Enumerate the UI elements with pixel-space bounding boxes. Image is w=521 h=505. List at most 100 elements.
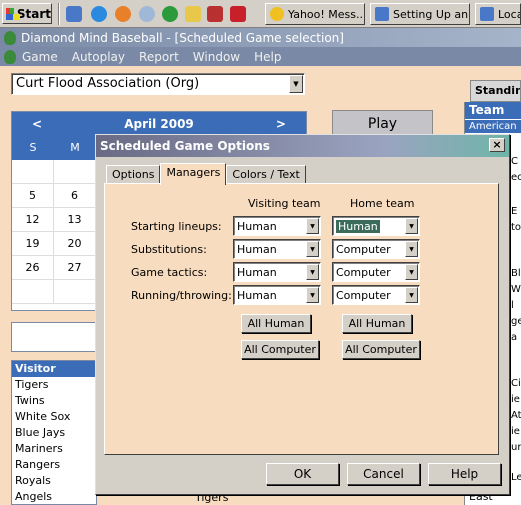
- calendar-day[interactable]: 5: [12, 184, 54, 208]
- chevron-down-icon[interactable]: ▼: [306, 264, 319, 280]
- calendar-header: < April 2009 >: [12, 112, 306, 136]
- standings-fragment: C: [511, 156, 518, 167]
- tab-managers[interactable]: Managers: [160, 163, 227, 185]
- menu-report[interactable]: Report: [139, 50, 179, 64]
- tab-standings[interactable]: Standings: [470, 80, 521, 102]
- internet-explorer-icon[interactable]: [91, 6, 107, 22]
- network-icon[interactable]: [139, 6, 155, 22]
- standings-fragment: tor: [511, 222, 521, 233]
- next-month-button[interactable]: >: [276, 117, 286, 131]
- list-item[interactable]: White Sox: [12, 409, 96, 425]
- calendar-day[interactable]: 27: [54, 256, 96, 280]
- visiting-team-header: Visiting team: [248, 197, 321, 210]
- list-item[interactable]: Mariners: [12, 441, 96, 457]
- standings-fragment: l: [511, 300, 514, 311]
- chevron-down-icon[interactable]: ▼: [405, 241, 418, 257]
- home-team-header: Home team: [350, 197, 415, 210]
- list-item[interactable]: Tigers: [12, 377, 96, 393]
- dialog-title: Scheduled Game Options: [100, 139, 270, 153]
- list-item[interactable]: Royals: [12, 473, 96, 489]
- starting-lineups-label: Starting lineups:: [131, 220, 222, 233]
- list-item[interactable]: Twins: [12, 393, 96, 409]
- list-item[interactable]: Blue Jays: [12, 425, 96, 441]
- game-tactics-visiting-select[interactable]: Human ▼: [233, 262, 321, 282]
- prev-month-button[interactable]: <: [32, 117, 42, 131]
- start-button[interactable]: Start: [2, 3, 52, 24]
- substitutions-home-select[interactable]: Computer ▼: [332, 239, 420, 259]
- firefox-icon[interactable]: [115, 6, 131, 22]
- menu-game[interactable]: Game: [22, 50, 58, 64]
- list-item[interactable]: Rangers: [12, 457, 96, 473]
- chevron-down-icon[interactable]: ▼: [306, 287, 319, 303]
- list-item[interactable]: Angels: [12, 489, 96, 505]
- menu-window[interactable]: Window: [193, 50, 240, 64]
- starting-lineups-visiting-select[interactable]: Human ▼: [233, 216, 321, 236]
- task-label: Setting Up an...: [393, 7, 469, 21]
- home-all-computer-button[interactable]: All Computer: [342, 340, 420, 359]
- visiting-all-human-button[interactable]: All Human: [241, 314, 311, 333]
- running-throwing-home-select[interactable]: Computer ▼: [332, 285, 420, 305]
- menu-help[interactable]: Help: [254, 50, 281, 64]
- task-yahoo-messenger[interactable]: Yahoo! Mess...: [265, 3, 365, 25]
- visiting-all-computer-button[interactable]: All Computer: [241, 340, 319, 359]
- menu-autoplay[interactable]: Autoplay: [72, 50, 125, 64]
- help-button[interactable]: Help: [428, 463, 501, 485]
- calendar-day[interactable]: [54, 160, 96, 184]
- document-icon[interactable]: [4, 49, 16, 64]
- running-throwing-visiting-select[interactable]: Human ▼: [233, 285, 321, 305]
- chevron-down-icon[interactable]: ▼: [306, 241, 319, 257]
- starting-lineups-home-select[interactable]: Human ▼: [332, 216, 420, 236]
- chevron-down-icon[interactable]: ▼: [306, 218, 319, 234]
- outlook-icon[interactable]: [66, 6, 82, 22]
- running-throwing-label: Running/throwing:: [131, 289, 232, 302]
- app-icon: [4, 30, 16, 45]
- app-launcher-icon[interactable]: [207, 6, 223, 22]
- folder-icon[interactable]: [185, 6, 201, 22]
- chevron-down-icon[interactable]: ▼: [289, 75, 303, 93]
- cancel-button[interactable]: Cancel: [347, 463, 420, 485]
- calendar-month: April 2009: [124, 117, 194, 131]
- calendar-day[interactable]: 19: [12, 232, 54, 256]
- standings-league: American L: [465, 119, 521, 146]
- chevron-down-icon[interactable]: ▼: [405, 264, 418, 280]
- calendar-day[interactable]: 26: [12, 256, 54, 280]
- standings-fragment: ec: [511, 172, 521, 183]
- calendar-day[interactable]: 12: [12, 208, 54, 232]
- window-icon: [480, 7, 494, 21]
- window-icon: [375, 7, 389, 21]
- game-tactics-label: Game tactics:: [131, 266, 208, 279]
- game-tactics-home-select[interactable]: Computer ▼: [332, 262, 420, 282]
- calendar-day[interactable]: [12, 280, 54, 304]
- standings-fragment: ur: [511, 442, 521, 453]
- media-player-icon[interactable]: [162, 6, 178, 22]
- tab-options[interactable]: Options: [106, 165, 161, 184]
- close-icon[interactable]: ×: [489, 138, 505, 152]
- standings-fragment: Cit: [511, 378, 521, 389]
- chevron-down-icon[interactable]: ▼: [405, 218, 418, 234]
- scheduled-game-options-dialog: Scheduled Game Options × Options Manager…: [95, 134, 510, 495]
- tab-colors-text[interactable]: Colors / Text: [226, 165, 306, 184]
- filezilla-icon[interactable]: [230, 6, 246, 22]
- task-setting-up[interactable]: Setting Up an...: [370, 3, 470, 25]
- task-local[interactable]: Loca: [475, 3, 521, 25]
- organization-select[interactable]: Curt Flood Association (Org) ▼: [11, 73, 305, 95]
- calendar-day[interactable]: [12, 160, 54, 184]
- ok-button[interactable]: OK: [266, 463, 339, 485]
- standings-fragment: ie: [511, 394, 520, 405]
- calendar-day[interactable]: 6: [54, 184, 96, 208]
- dialog-title-bar: Scheduled Game Options ×: [96, 135, 509, 157]
- substitutions-visiting-select[interactable]: Human ▼: [233, 239, 321, 259]
- task-label: Yahoo! Mess...: [288, 7, 365, 21]
- calendar-day[interactable]: [54, 280, 96, 304]
- calendar-day[interactable]: 20: [54, 232, 96, 256]
- standings-fragment: Blu: [511, 268, 521, 279]
- calendar-day[interactable]: 13: [54, 208, 96, 232]
- home-all-human-button[interactable]: All Human: [342, 314, 412, 333]
- task-label: Loca: [498, 7, 521, 21]
- standings-fragment: E: [511, 206, 518, 217]
- standings-team-header: Team: [465, 102, 521, 119]
- visitor-list[interactable]: Visitor Tigers Twins White Sox Blue Jays…: [11, 360, 97, 505]
- visitor-header: Visitor: [12, 361, 96, 377]
- dialog-tabs: Options Managers Colors / Text: [106, 163, 306, 185]
- chevron-down-icon[interactable]: ▼: [405, 287, 418, 303]
